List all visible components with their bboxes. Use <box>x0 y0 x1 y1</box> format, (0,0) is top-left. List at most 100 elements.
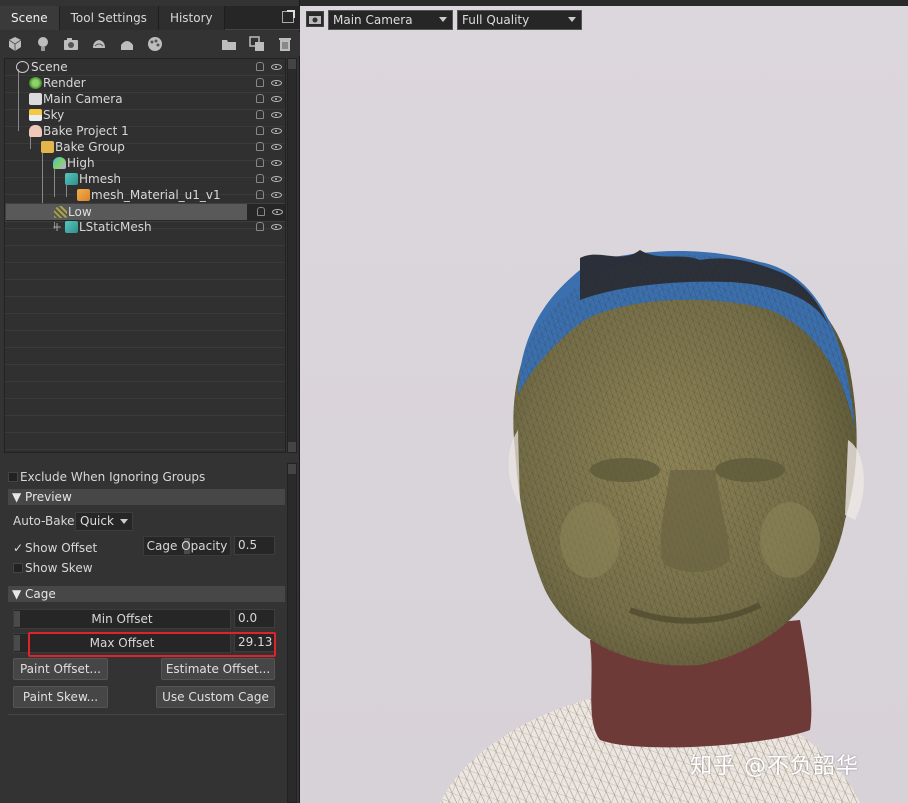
tree-item-label: Hmesh <box>79 172 121 186</box>
cage-opacity-slider[interactable]: Cage Opacity <box>143 536 231 556</box>
checkbox-box[interactable] <box>8 472 18 482</box>
mesh-icon <box>65 173 78 185</box>
eye-icon[interactable] <box>271 112 282 118</box>
eye-icon[interactable] <box>271 224 282 230</box>
quality-select[interactable]: Full Quality <box>457 10 582 30</box>
lock-icon[interactable] <box>256 142 264 151</box>
tree-item-bake-group[interactable]: Bake Group <box>5 139 285 155</box>
min-offset-slider[interactable]: Min Offset <box>13 609 231 629</box>
tree-item-bake-project[interactable]: Bake Project 1 <box>5 123 285 139</box>
estimate-offset-button[interactable]: Estimate Offset... <box>161 658 275 680</box>
expand-icon[interactable]: + <box>52 219 62 235</box>
lock-icon[interactable] <box>256 110 264 119</box>
lock-icon[interactable] <box>257 207 265 216</box>
preview-section-header[interactable]: ▼ Preview <box>8 489 285 505</box>
lock-visibility <box>253 91 285 107</box>
duplicate-icon[interactable] <box>249 36 265 52</box>
eye-icon[interactable] <box>271 128 282 134</box>
eye-icon[interactable] <box>271 160 282 166</box>
submesh-icon <box>77 189 90 201</box>
folder-icon <box>41 141 54 153</box>
lock-visibility <box>253 187 285 203</box>
lock-visibility <box>254 204 285 220</box>
tab-scene[interactable]: Scene <box>0 6 60 30</box>
lock-visibility <box>253 107 285 123</box>
add-sky-icon[interactable] <box>91 36 107 52</box>
tree-item-lstaticmesh[interactable]: + LStaticMesh <box>5 219 285 235</box>
tree-item-main-camera[interactable]: Main Camera <box>5 91 285 107</box>
lock-icon[interactable] <box>256 174 264 183</box>
camera-select[interactable]: Main Camera <box>328 10 453 30</box>
tree-item-label: Bake Group <box>55 140 125 154</box>
lock-visibility <box>253 75 285 91</box>
scroll-up-icon[interactable] <box>288 59 296 69</box>
tree-item-label: Render <box>43 76 86 90</box>
bake-project-icon <box>29 125 42 137</box>
cage-section-header[interactable]: ▼ Cage <box>8 586 285 602</box>
eye-icon[interactable] <box>271 192 282 198</box>
viewport[interactable] <box>300 0 908 803</box>
tree-item-high[interactable]: High <box>5 155 285 171</box>
add-material-icon[interactable] <box>147 36 163 52</box>
exclude-label: Exclude When Ignoring Groups <box>20 470 206 484</box>
tab-history[interactable]: History <box>158 6 225 30</box>
lock-visibility <box>253 123 285 139</box>
min-offset-field[interactable]: 0.0 <box>234 609 275 628</box>
props-scrollbar[interactable] <box>287 463 297 803</box>
left-panel: Scene Tool Settings History Scene Render <box>0 0 300 803</box>
show-offset-label: Show Offset <box>25 541 98 555</box>
lock-icon[interactable] <box>256 222 264 231</box>
add-light-icon[interactable] <box>35 36 51 52</box>
scroll-down-icon[interactable] <box>288 442 296 452</box>
lock-visibility <box>253 219 285 235</box>
scroll-up-icon[interactable] <box>288 464 296 474</box>
checkbox-box[interactable] <box>13 563 23 573</box>
sky-icon <box>29 109 42 121</box>
camera-select-value: Main Camera <box>333 13 413 27</box>
tab-tool-settings[interactable]: Tool Settings <box>59 6 159 30</box>
add-bake-icon[interactable] <box>119 36 135 52</box>
paint-offset-button[interactable]: Paint Offset... <box>13 658 108 680</box>
gear-icon <box>29 77 42 89</box>
cage-opacity-field[interactable]: 0.5 <box>234 536 275 555</box>
add-mesh-icon[interactable] <box>7 36 23 52</box>
chevron-down-icon <box>568 17 576 22</box>
folder-icon[interactable] <box>221 36 237 52</box>
paint-skew-button[interactable]: Paint Skew... <box>13 686 108 708</box>
tree-item-render[interactable]: Render <box>5 75 285 91</box>
lock-icon[interactable] <box>256 158 264 167</box>
eye-icon[interactable] <box>272 209 283 215</box>
autobake-select[interactable]: Quick <box>75 512 133 531</box>
eye-icon[interactable] <box>271 144 282 150</box>
head-model-render[interactable] <box>300 0 908 803</box>
tree-item-label: Bake Project 1 <box>43 124 129 138</box>
tree-item-mesh-material[interactable]: mesh_Material_u1_v1 <box>5 187 285 203</box>
watermark: 知乎 @不负韶华 <box>690 754 859 779</box>
low-icon <box>54 206 67 218</box>
eye-icon[interactable] <box>271 80 282 86</box>
add-camera-icon[interactable] <box>63 36 79 52</box>
tree-item-hmesh[interactable]: Hmesh <box>5 171 285 187</box>
mesh-icon <box>65 221 78 233</box>
camera-icon[interactable] <box>306 11 324 27</box>
section-title: Cage <box>25 587 56 601</box>
popout-icon[interactable] <box>282 10 295 23</box>
tree-item-label: High <box>67 156 95 170</box>
tree-scrollbar[interactable] <box>287 58 297 453</box>
delete-icon[interactable] <box>277 36 293 52</box>
lock-icon[interactable] <box>256 190 264 199</box>
min-offset-label: Min Offset <box>91 612 153 626</box>
lock-icon[interactable] <box>256 62 264 71</box>
lock-icon[interactable] <box>256 94 264 103</box>
tree-item-scene[interactable]: Scene <box>5 59 285 75</box>
eye-icon[interactable] <box>271 64 282 70</box>
use-custom-cage-button[interactable]: Use Custom Cage <box>156 686 275 708</box>
camera-icon <box>29 93 42 105</box>
tree-item-sky[interactable]: Sky <box>5 107 285 123</box>
lock-icon[interactable] <box>256 126 264 135</box>
lock-icon[interactable] <box>256 78 264 87</box>
slider-handle[interactable] <box>14 611 20 627</box>
slider-handle[interactable] <box>14 635 20 651</box>
eye-icon[interactable] <box>271 96 282 102</box>
eye-icon[interactable] <box>271 176 282 182</box>
